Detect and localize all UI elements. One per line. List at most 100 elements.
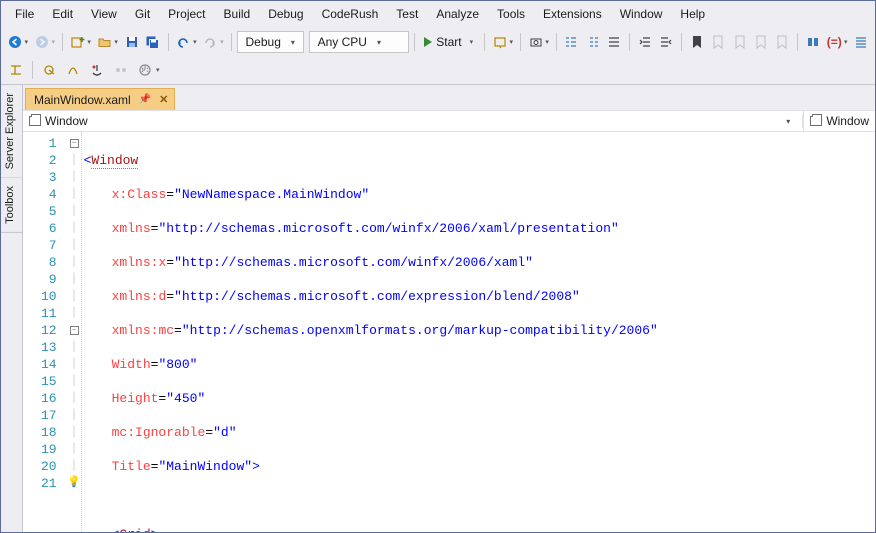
menu-git[interactable]: Git [127, 4, 158, 24]
separator [556, 33, 557, 51]
menu-view[interactable]: View [83, 4, 125, 24]
redo-icon[interactable] [201, 31, 220, 53]
start-label: Start [436, 35, 461, 49]
misc3-icon[interactable] [852, 31, 871, 53]
separator [231, 33, 232, 51]
undo-icon[interactable] [174, 31, 193, 53]
fold-column: − │││ │││ │││ │ − │││ │││ ││ 💡 [68, 132, 82, 532]
window-icon [810, 116, 822, 126]
breadcrumb-right-label: Window [826, 114, 869, 128]
menu-coderush[interactable]: CodeRush [314, 4, 387, 24]
menu-debug[interactable]: Debug [260, 4, 311, 24]
separator [681, 33, 682, 51]
open-caret-icon[interactable]: ▾ [114, 38, 118, 46]
nav-fwd-caret-icon[interactable]: ▾ [51, 38, 55, 46]
menu-extensions[interactable]: Extensions [535, 4, 610, 24]
window-icon [29, 116, 41, 126]
misc2-icon[interactable]: (=) [825, 31, 844, 53]
pin-icon[interactable]: 📌 [139, 94, 151, 105]
breadcrumb-left-label: Window [45, 114, 88, 128]
platform-combo[interactable]: Any CPU ▾ [309, 31, 410, 53]
fold-toggle-icon[interactable]: − [70, 139, 79, 148]
config-combo[interactable]: Debug ▾ [237, 31, 304, 53]
menu-project[interactable]: Project [160, 4, 213, 24]
menu-build[interactable]: Build [216, 4, 259, 24]
separator [414, 33, 415, 51]
separator [520, 33, 521, 51]
undo-caret-icon[interactable]: ▾ [193, 38, 197, 46]
bookmark-clear2-icon[interactable] [773, 31, 792, 53]
secondary-toolbar: ▾ [1, 56, 875, 84]
main-toolbar: ▾ ▾ ▾ ▾ ▾ ▾ Debug ▾ Any CPU ▾ Start ▾ ▾ … [1, 28, 875, 56]
cr-icon-2[interactable] [38, 59, 60, 81]
chevron-down-icon[interactable]: ▾ [156, 66, 160, 74]
cr-icon-6[interactable] [134, 59, 156, 81]
code-editor[interactable]: 123456789101112131415161718192021 − │││ … [23, 132, 875, 532]
cr-icon-3[interactable] [62, 59, 84, 81]
config-value: Debug [246, 35, 281, 49]
lightbulb-icon[interactable]: 💡 [67, 475, 81, 492]
cr-icon-5[interactable] [110, 59, 132, 81]
separator [629, 33, 630, 51]
start-button[interactable]: Start ▾ [420, 31, 479, 53]
redo-caret-icon[interactable]: ▾ [220, 38, 224, 46]
toolbox-tab[interactable]: Toolbox [1, 178, 22, 233]
menu-bar: File Edit View Git Project Build Debug C… [1, 1, 875, 28]
breadcrumb-bar: Window ▾ Window [23, 110, 875, 132]
left-tool-tabs: Server Explorer Toolbox [1, 85, 23, 532]
bookmark-next-icon[interactable] [730, 31, 749, 53]
attach-icon[interactable] [490, 31, 509, 53]
bookmark-icon[interactable] [687, 31, 706, 53]
menu-window[interactable]: Window [612, 4, 671, 24]
open-icon[interactable] [95, 31, 114, 53]
cr-icon-1[interactable] [5, 59, 27, 81]
separator [62, 33, 63, 51]
breadcrumb-right[interactable]: Window [803, 111, 875, 131]
main-area: Server Explorer Toolbox MainWindow.xaml … [1, 84, 875, 532]
attach-caret-icon[interactable]: ▾ [509, 38, 513, 46]
chevron-down-icon[interactable]: ▾ [844, 38, 848, 46]
line-number-gutter: 123456789101112131415161718192021 [23, 132, 68, 532]
cr-icon-4[interactable] [86, 59, 108, 81]
indent-icon[interactable] [657, 31, 676, 53]
separator [32, 61, 33, 79]
play-icon [424, 37, 432, 47]
new-item-icon[interactable] [68, 31, 87, 53]
editor-pane: MainWindow.xaml 📌 ✕ Window ▾ Window 1234… [23, 85, 875, 532]
bookmark-clear-icon[interactable] [751, 31, 770, 53]
chevron-down-icon: ▾ [470, 38, 474, 46]
save-all-icon[interactable] [143, 31, 162, 53]
close-tab-icon[interactable]: ✕ [159, 93, 168, 106]
separator [168, 33, 169, 51]
indent-list-icon[interactable] [583, 31, 602, 53]
nav-back-caret-icon[interactable]: ▾ [24, 38, 28, 46]
code-content: <Window x:Class="NewNamespace.MainWindow… [82, 132, 658, 532]
platform-value: Any CPU [318, 35, 367, 49]
misc1-icon[interactable] [803, 31, 822, 53]
bookmark-prev-icon[interactable] [708, 31, 727, 53]
outdent-list-icon[interactable] [562, 31, 581, 53]
separator [797, 33, 798, 51]
screenshot-icon[interactable] [526, 31, 545, 53]
fold-toggle-icon[interactable]: − [70, 326, 79, 335]
new-item-caret-icon[interactable]: ▾ [87, 38, 91, 46]
breadcrumb-left[interactable]: Window ▾ [23, 114, 803, 128]
save-icon[interactable] [122, 31, 141, 53]
chevron-down-icon: ▾ [786, 117, 796, 126]
screenshot-caret-icon[interactable]: ▾ [545, 38, 549, 46]
chevron-down-icon: ▾ [377, 38, 381, 47]
menu-file[interactable]: File [7, 4, 42, 24]
menu-test[interactable]: Test [388, 4, 426, 24]
server-explorer-tab[interactable]: Server Explorer [1, 85, 22, 178]
nav-fwd-icon[interactable] [32, 31, 51, 53]
document-tab[interactable]: MainWindow.xaml 📌 ✕ [25, 88, 175, 110]
menu-edit[interactable]: Edit [44, 4, 81, 24]
menu-help[interactable]: Help [672, 4, 713, 24]
outdent-icon[interactable] [635, 31, 654, 53]
chevron-down-icon: ▾ [291, 38, 295, 47]
menu-tools[interactable]: Tools [489, 4, 533, 24]
format-icon[interactable] [605, 31, 624, 53]
separator [484, 33, 485, 51]
menu-analyze[interactable]: Analyze [428, 4, 487, 24]
nav-back-icon[interactable] [5, 31, 24, 53]
